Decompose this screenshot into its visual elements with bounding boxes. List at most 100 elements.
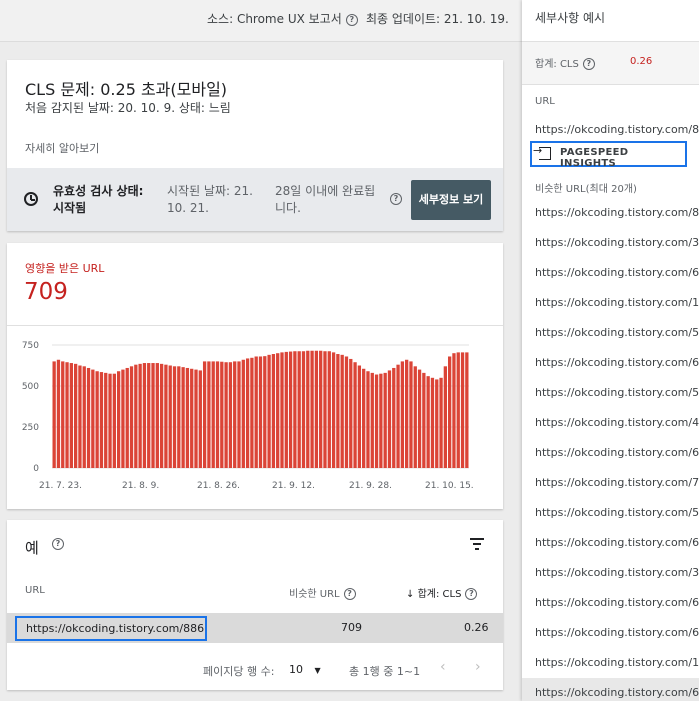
- help-icon[interactable]: ?: [345, 13, 358, 26]
- chart-bar[interactable]: [215, 361, 220, 468]
- chart-bar[interactable]: [241, 359, 245, 468]
- chart-bar[interactable]: [224, 362, 228, 468]
- chart-bar[interactable]: [52, 361, 56, 468]
- chart-bar[interactable]: [125, 367, 129, 468]
- similar-url-item[interactable]: https://okcoding.tistory.com/161: [522, 648, 699, 678]
- chart-bar[interactable]: [86, 367, 91, 468]
- chart-bar[interactable]: [151, 363, 155, 468]
- chart-bar[interactable]: [452, 353, 456, 468]
- chart-bar[interactable]: [164, 364, 168, 468]
- chart-bar[interactable]: [362, 368, 366, 468]
- similar-url-item[interactable]: https://okcoding.tistory.com/76: [522, 468, 699, 498]
- chart-bar[interactable]: [228, 362, 233, 468]
- chart-bar[interactable]: [366, 371, 370, 468]
- chart-bar[interactable]: [323, 351, 327, 468]
- chart-bar[interactable]: [194, 369, 198, 468]
- similar-url-item[interactable]: https://okcoding.tistory.com/699: [522, 618, 699, 648]
- chart-bar[interactable]: [198, 370, 202, 468]
- chart-bar[interactable]: [422, 372, 426, 468]
- chart-bar[interactable]: [138, 363, 142, 468]
- chart-bar[interactable]: [417, 369, 422, 468]
- chart-bar[interactable]: [310, 350, 314, 468]
- chart-bar[interactable]: [405, 359, 409, 468]
- chart-bar[interactable]: [250, 357, 254, 468]
- chart-bar[interactable]: [267, 354, 271, 468]
- chart-bar[interactable]: [211, 361, 215, 468]
- chart-bar[interactable]: [99, 372, 104, 468]
- chart-bar[interactable]: [443, 366, 448, 468]
- chart-bar[interactable]: [379, 373, 383, 468]
- chart-bar[interactable]: [344, 356, 349, 468]
- similar-url-item[interactable]: https://okcoding.tistory.com/537: [522, 318, 699, 348]
- chart-bar[interactable]: [439, 377, 443, 468]
- chart-bar[interactable]: [319, 350, 323, 468]
- chart-bar[interactable]: [142, 363, 147, 468]
- chart-bar[interactable]: [56, 359, 61, 468]
- chart-bar[interactable]: [383, 372, 387, 468]
- chart-bar[interactable]: [370, 372, 374, 468]
- chart-bar[interactable]: [400, 361, 405, 468]
- similar-url-item[interactable]: https://okcoding.tistory.com/459: [522, 408, 699, 438]
- chart-bar[interactable]: [61, 361, 65, 468]
- chart-bar[interactable]: [254, 356, 258, 468]
- chart-bar[interactable]: [134, 364, 138, 468]
- chart-bar[interactable]: [353, 362, 357, 468]
- details-button[interactable]: 세부정보 보기: [411, 180, 491, 220]
- chart-bar[interactable]: [181, 367, 185, 468]
- column-total-cls[interactable]: ↓ 합계: CLS?: [406, 585, 478, 600]
- chart-bar[interactable]: [129, 366, 134, 468]
- chart-bar[interactable]: [374, 374, 379, 468]
- chart-bar[interactable]: [73, 363, 78, 468]
- chart-bar[interactable]: [314, 350, 319, 468]
- chart-bar[interactable]: [121, 369, 125, 468]
- chart-bar[interactable]: [168, 365, 172, 469]
- chart-bar[interactable]: [69, 363, 73, 468]
- chart-bar[interactable]: [65, 362, 69, 468]
- chart-bar[interactable]: [95, 371, 99, 468]
- chart-bar[interactable]: [306, 350, 310, 468]
- chart-bar[interactable]: [336, 354, 340, 468]
- chart-bar[interactable]: [284, 351, 288, 468]
- chart-bar[interactable]: [448, 356, 452, 468]
- chart-bar[interactable]: [357, 365, 362, 469]
- help-icon[interactable]: ?: [465, 588, 478, 600]
- similar-url-item[interactable]: https://okcoding.tistory.com/69: [522, 348, 699, 378]
- chart-bar[interactable]: [78, 365, 82, 469]
- table-row[interactable]: https://okcoding.tistory.com/886 709 0.2…: [7, 613, 503, 643]
- similar-url-item[interactable]: https://okcoding.tistory.com/555: [522, 498, 699, 528]
- prev-page-icon[interactable]: ‹: [440, 659, 446, 675]
- chart-bar[interactable]: [108, 373, 112, 468]
- chart-bar[interactable]: [430, 377, 435, 468]
- chart-bar[interactable]: [456, 352, 460, 468]
- help-icon[interactable]: ?: [343, 588, 356, 600]
- chart-bar[interactable]: [237, 361, 241, 468]
- chart-bar[interactable]: [202, 361, 207, 468]
- chart-bar[interactable]: [190, 368, 194, 468]
- chart-bar[interactable]: [112, 373, 116, 468]
- similar-url-item[interactable]: https://okcoding.tistory.com/1193: [522, 288, 699, 318]
- chart-bar[interactable]: [349, 358, 353, 468]
- chart-bar[interactable]: [116, 371, 121, 468]
- chart-bar[interactable]: [155, 363, 159, 468]
- chart-bar[interactable]: [147, 363, 151, 468]
- chart-bar[interactable]: [426, 376, 430, 468]
- help-icon[interactable]: ?: [52, 538, 64, 550]
- chart-bar[interactable]: [104, 372, 108, 468]
- similar-url-item[interactable]: https://okcoding.tistory.com/383: [522, 558, 699, 588]
- help-icon[interactable]: ?: [582, 58, 595, 70]
- chart-bar[interactable]: [435, 379, 439, 468]
- chart-bar[interactable]: [91, 369, 95, 468]
- pagespeed-insights-button[interactable]: PAGESPEED INSIGHTS: [530, 141, 687, 169]
- filter-icon[interactable]: [470, 538, 484, 550]
- panel-url[interactable]: https://okcoding.tistory.com/886: [535, 123, 699, 136]
- chart-bar[interactable]: [233, 361, 237, 468]
- similar-url-item[interactable]: https://okcoding.tistory.com/356: [522, 228, 699, 258]
- chart-bar[interactable]: [465, 352, 469, 468]
- chart-bar[interactable]: [276, 353, 280, 468]
- chart-bar[interactable]: [245, 358, 250, 468]
- chart-bar[interactable]: [460, 352, 465, 468]
- chart-bar[interactable]: [159, 363, 164, 468]
- chart-bar[interactable]: [271, 354, 276, 468]
- chart-bar[interactable]: [82, 366, 86, 468]
- chart-bar[interactable]: [288, 351, 293, 468]
